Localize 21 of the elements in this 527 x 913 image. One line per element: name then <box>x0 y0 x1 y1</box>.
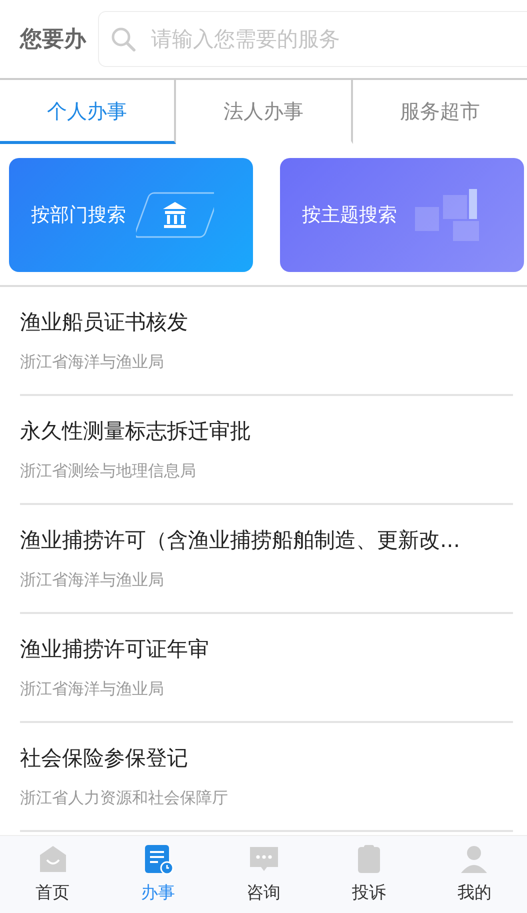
search-banner[interactable]: 按主题搜索 <box>280 158 524 272</box>
service-title[interactable]: 永久性测量标志拆迁审批 <box>20 418 513 446</box>
service-title[interactable]: 社会保险参保登记 <box>20 745 513 772</box>
nav-tab[interactable]: 首页 <box>0 836 106 913</box>
department-name: 浙江省海洋与渔业局 <box>20 678 165 700</box>
search-icon <box>110 26 136 52</box>
service-title[interactable]: 渔业船员证书核发 <box>20 309 513 336</box>
search-field[interactable]: 请输入您需要的服务 <box>98 11 527 67</box>
department-name: 浙江省海洋与渔业局 <box>20 351 165 374</box>
nav-tab[interactable]: 咨询 <box>210 836 316 913</box>
service-title[interactable]: 渔业捕捞许可（含渔业捕捞船舶制造、更新改... <box>20 527 513 554</box>
nav-tab[interactable]: 我的 <box>422 836 527 913</box>
nav-tab[interactable]: 投诉 <box>316 836 422 913</box>
department-name: 浙江省测绘与地理信息局 <box>20 460 197 482</box>
department-name: 浙江省人力资源和社会保障厅 <box>20 787 229 810</box>
header-label: 您要办 <box>20 26 86 54</box>
tab[interactable]: 法人办事 <box>176 80 353 144</box>
document-clock-icon <box>142 842 174 875</box>
service-title[interactable]: 渔业捕捞许可证年审 <box>20 636 513 664</box>
tab[interactable]: 个人办事 <box>0 80 176 144</box>
department-name: 浙江省海洋与渔业局 <box>20 569 165 592</box>
